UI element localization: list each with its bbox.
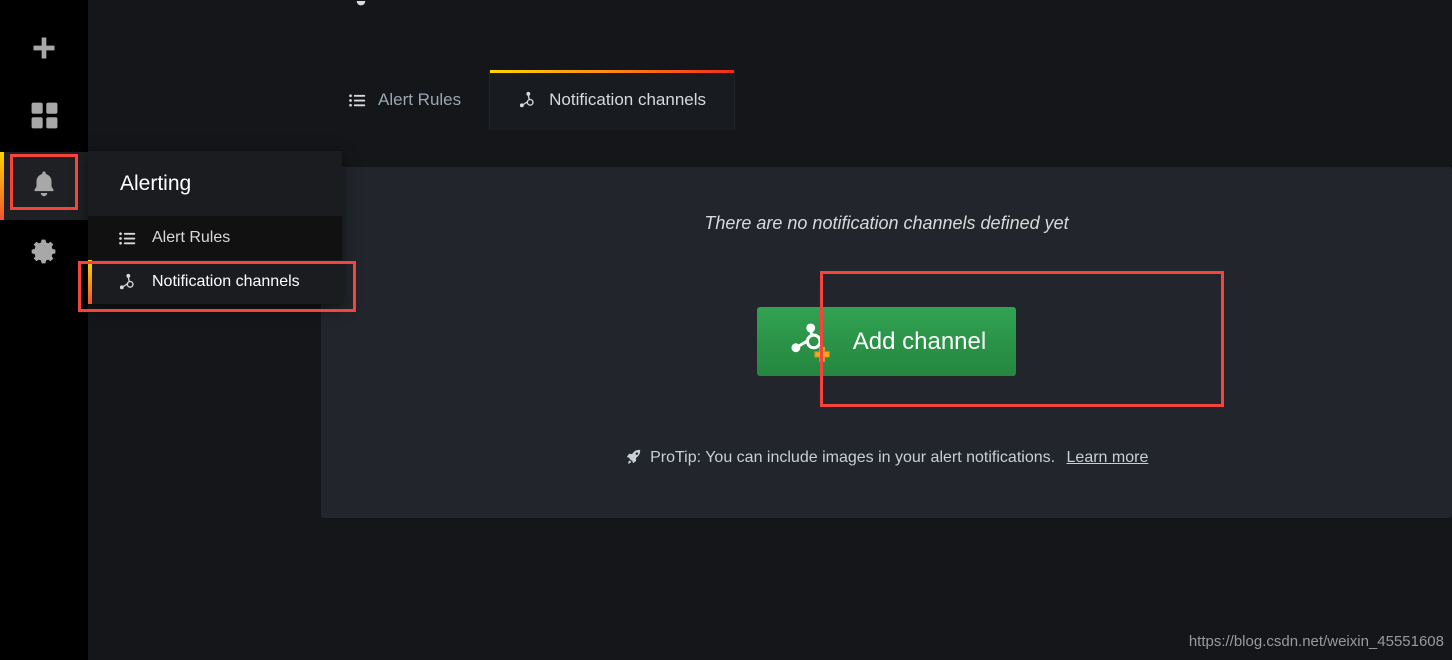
tab-bar: Alert Rules Notification channels bbox=[88, 22, 1452, 130]
page-header: Alert rules & notifications bbox=[88, 0, 1452, 22]
list-icon bbox=[118, 229, 140, 248]
share-alt-icon bbox=[118, 272, 140, 292]
share-alt-plus-icon bbox=[787, 319, 833, 365]
list-icon bbox=[348, 91, 367, 110]
page-header-inner: Alert rules & notifications bbox=[338, 0, 620, 12]
watermark: https://blog.csdn.net/weixin_45551608 bbox=[1188, 633, 1444, 650]
gear-icon bbox=[30, 237, 59, 271]
bell-icon bbox=[29, 169, 59, 204]
sidebar-item-add[interactable] bbox=[0, 16, 88, 84]
alerting-flyout-menu: Alerting Alert Rules Notification channe… bbox=[88, 151, 342, 304]
side-navigation bbox=[0, 0, 88, 660]
share-alt-icon bbox=[518, 90, 538, 110]
flyout-item-notification-channels[interactable]: Notification channels bbox=[88, 260, 342, 304]
sidebar-item-configuration[interactable] bbox=[0, 220, 88, 288]
flyout-item-label: Notification channels bbox=[152, 273, 300, 290]
tab-list: Alert Rules Notification channels bbox=[320, 70, 736, 130]
flyout-title: Alerting bbox=[88, 151, 342, 216]
grafana-alerting-page: Alert rules & notifications Alert Rules bbox=[0, 0, 1452, 660]
flyout-item-alert-rules[interactable]: Alert Rules bbox=[88, 216, 342, 260]
tab-alert-rules[interactable]: Alert Rules bbox=[320, 70, 489, 130]
add-channel-button-label: Add channel bbox=[852, 327, 987, 355]
plus-icon bbox=[30, 34, 58, 67]
tab-label: Alert Rules bbox=[378, 90, 462, 109]
protip-row: ProTip: You can include images in your a… bbox=[321, 448, 1452, 470]
rocket-icon bbox=[625, 448, 642, 470]
tab-notification-channels[interactable]: Notification channels bbox=[489, 70, 736, 130]
empty-state-message: There are no notification channels defin… bbox=[704, 213, 1069, 233]
add-channel-button-wrap: Add channel bbox=[321, 307, 1452, 376]
page-title: Alert rules & notifications bbox=[400, 0, 620, 1]
protip-text: ProTip: You can include images in your a… bbox=[650, 449, 1056, 466]
add-channel-button[interactable]: Add channel bbox=[756, 307, 1017, 376]
apps-grid-icon bbox=[29, 100, 60, 136]
tab-label: Notification channels bbox=[549, 90, 707, 109]
sidebar-item-alerting[interactable] bbox=[0, 152, 88, 220]
sidebar-item-dashboards[interactable] bbox=[0, 84, 88, 152]
learn-more-link[interactable]: Learn more bbox=[1067, 449, 1149, 466]
notification-channels-panel: There are no notification channels defin… bbox=[321, 167, 1452, 518]
bell-icon bbox=[338, 0, 384, 12]
flyout-item-label: Alert Rules bbox=[152, 229, 231, 246]
